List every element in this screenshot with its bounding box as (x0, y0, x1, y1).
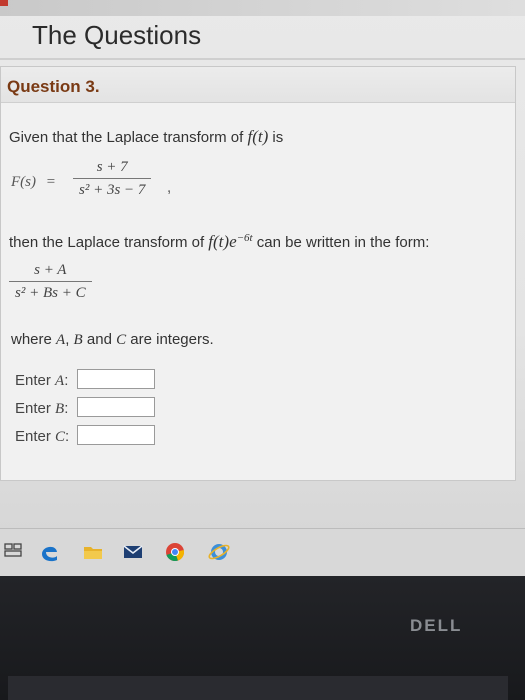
label-var: C (55, 429, 66, 445)
label-var: A (55, 373, 65, 389)
where-and: and (82, 331, 117, 348)
answer-c-input[interactable] (77, 425, 155, 445)
where-before: where (11, 331, 57, 348)
label-suffix: : (65, 428, 70, 445)
question-number: Question 3. (7, 77, 100, 96)
intro-before: Given that the Laplace transform of (9, 129, 248, 146)
task-view-icon[interactable] (2, 541, 24, 563)
bezel-bottom-strip (8, 676, 508, 700)
where-comma: , (65, 331, 70, 348)
dell-logo: DELL (410, 616, 463, 635)
label-var: B (55, 401, 65, 417)
then-after: can be written in the form: (252, 234, 430, 251)
label-prefix: Enter (15, 428, 56, 445)
Fs-denominator: s² + 3s − 7 (79, 182, 146, 198)
then-before: then the Laplace transform of (9, 234, 209, 251)
intro-text: Given that the Laplace transform of f(t)… (9, 127, 283, 147)
internet-explorer-icon[interactable] (208, 541, 230, 563)
where-text: where A, B and C are integers. (11, 331, 214, 349)
mail-icon[interactable] (122, 541, 144, 563)
then-text: then the Laplace transform of f(t)e−6t c… (9, 232, 429, 252)
var-c: C (116, 332, 127, 348)
red-corner-mark (0, 0, 8, 6)
fe-symbol: f(t)e (208, 232, 237, 251)
file-explorer-icon[interactable] (82, 541, 104, 563)
Fs-numerator: s + 7 (96, 159, 128, 175)
edge-icon[interactable] (38, 541, 60, 563)
label-prefix: Enter (15, 372, 56, 389)
question-header: Question 3. (1, 67, 515, 103)
Fs-equals: = (45, 174, 56, 190)
Fs-comma: , (167, 179, 172, 196)
question-panel: Question 3. Given that the Laplace trans… (0, 66, 516, 481)
form-denominator: s² + Bs + C (15, 285, 86, 301)
Fs-lhs: F(s) = (11, 174, 56, 191)
app-title: The Questions (32, 20, 202, 50)
answer-b-input[interactable] (77, 397, 155, 417)
where-after: are integers. (126, 331, 214, 348)
label-prefix: Enter (15, 400, 56, 417)
chrome-icon[interactable] (164, 541, 186, 563)
var-a: A (56, 332, 66, 348)
Fs-fraction: s + 7 s² + 3s − 7 (73, 159, 152, 199)
form-numerator: s + A (34, 262, 67, 278)
ft-symbol: f(t) (247, 127, 269, 146)
var-b: B (73, 332, 83, 348)
label-suffix: : (64, 400, 69, 417)
answer-a-input[interactable] (77, 369, 155, 389)
exponent: −6t (236, 232, 253, 244)
input-label-c: Enter C: (15, 428, 69, 446)
label-suffix: : (64, 372, 69, 389)
input-label-b: Enter B: (15, 400, 68, 418)
screen: The Questions Question 3. Given that the… (0, 0, 525, 545)
monitor-bezel: DELL (0, 576, 525, 700)
input-label-a: Enter A: (15, 372, 68, 390)
taskbar (0, 528, 525, 576)
window-top-strip (0, 0, 525, 16)
form-fraction: s + A s² + Bs + C (9, 262, 92, 302)
title-divider (0, 58, 525, 60)
intro-after: is (268, 129, 284, 146)
Fs-label: F(s) (11, 174, 36, 190)
